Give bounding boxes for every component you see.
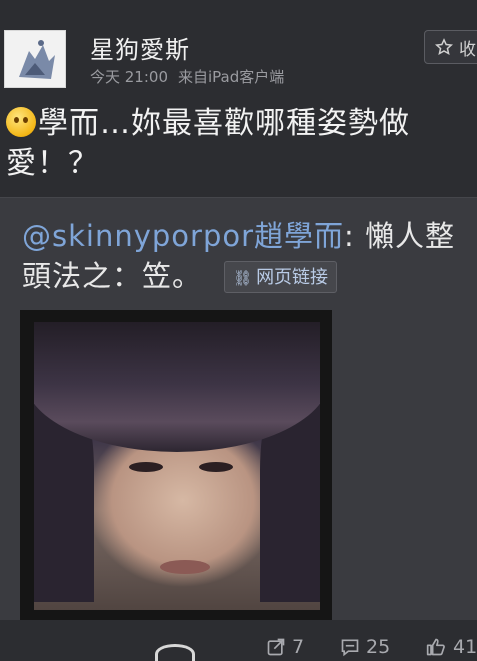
repost-mention-link[interactable]: @skinnyporpor趙學而 <box>22 219 344 253</box>
repost-button[interactable]: 7 <box>266 636 304 658</box>
smile-emoji-icon <box>6 107 36 137</box>
avatar[interactable] <box>4 30 66 88</box>
web-link-button[interactable]: ⛓ 网页链接 <box>224 261 338 293</box>
weibo-post-screen: 星狗愛斯 今天 21:00 来自iPad客户端 收 學而…妳最喜歡哪種姿勢做愛！？… <box>0 0 477 661</box>
photo-eye-right <box>199 462 233 472</box>
favorite-button[interactable]: 收 <box>424 30 477 64</box>
post-time: 今天 21:00 <box>90 68 168 86</box>
like-count: 41 <box>453 636 477 658</box>
repost-card[interactable]: @skinnyporpor趙學而: 懶人整頭法之：笠。 ⛓ 网页链接 <box>0 197 477 620</box>
thumbs-up-icon <box>426 638 445 656</box>
post-source: 来自iPad客户端 <box>178 68 285 86</box>
photo-bangs <box>34 322 320 452</box>
repost-image[interactable] <box>20 310 332 620</box>
photo-eye-left <box>129 462 163 472</box>
comment-icon <box>341 639 359 657</box>
favorite-label: 收 <box>459 39 476 60</box>
photo-content <box>34 322 320 610</box>
username[interactable]: 星狗愛斯 <box>90 30 190 65</box>
like-button[interactable]: 41 <box>425 636 477 658</box>
repost-icon <box>267 638 285 656</box>
post-text: 學而…妳最喜歡哪種姿勢做愛！？ <box>6 106 410 181</box>
star-icon <box>435 38 453 55</box>
post-body: 學而…妳最喜歡哪種姿勢做愛！？ <box>6 104 446 184</box>
post-meta: 今天 21:00 来自iPad客户端 <box>90 66 284 87</box>
repost-count: 7 <box>292 636 305 658</box>
photo-lips <box>160 560 210 574</box>
comment-button[interactable]: 25 <box>340 636 390 658</box>
avatar-image <box>19 40 55 79</box>
action-bar: 7 25 41 <box>0 630 477 661</box>
repost-body: @skinnyporpor趙學而: 懶人整頭法之：笠。 ⛓ 网页链接 <box>22 216 472 296</box>
link-chain-icon: ⛓ <box>233 269 253 287</box>
comment-count: 25 <box>366 636 391 658</box>
web-link-label: 网页链接 <box>256 267 329 288</box>
